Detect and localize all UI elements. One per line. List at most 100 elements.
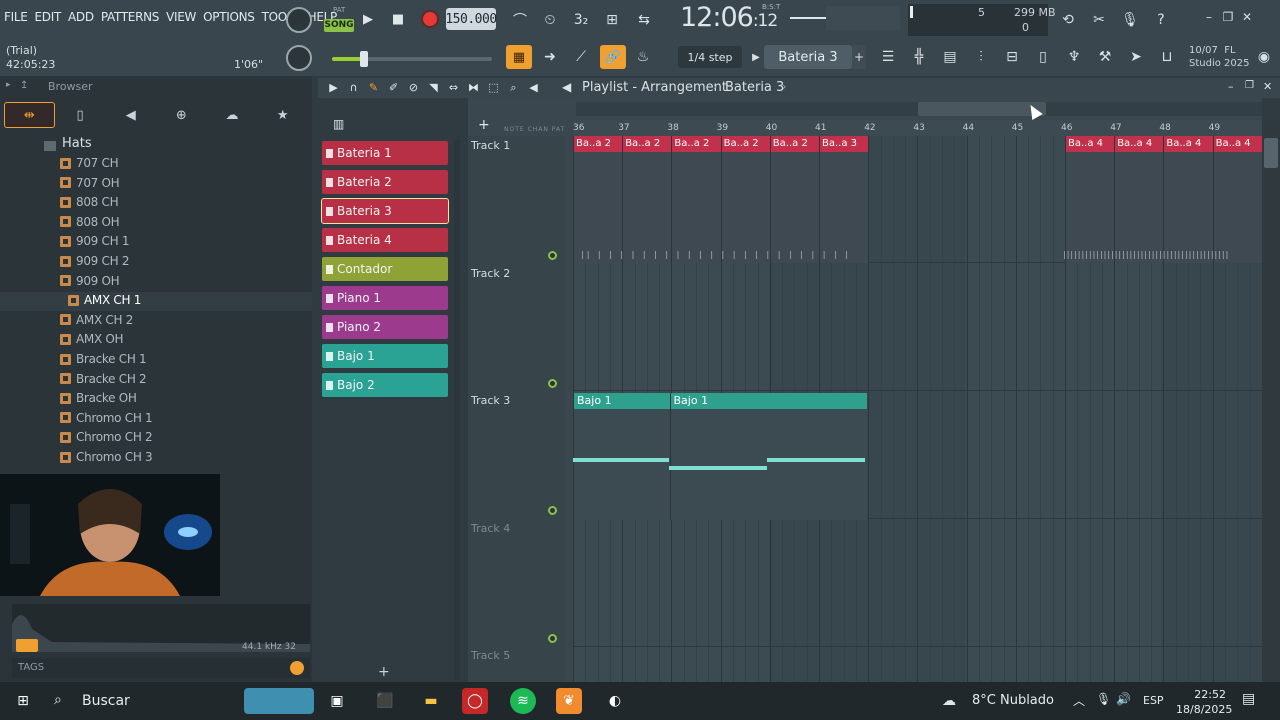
mixer-icon[interactable]: ⫶	[969, 45, 993, 69]
arrow-right-icon[interactable]: ➜	[538, 45, 562, 69]
pattern-item[interactable]: Bajo 2	[322, 373, 448, 397]
plugin-icon[interactable]: ♆	[1062, 45, 1086, 69]
track-name[interactable]: Track 2	[471, 267, 510, 280]
menu-add[interactable]: ADD	[68, 10, 94, 24]
playlist-icon[interactable]: ☰	[876, 45, 900, 69]
microphone-icon[interactable]: 🎙	[1118, 8, 1142, 32]
close-icon[interactable]: ✕	[1238, 10, 1256, 28]
menu-options[interactable]: OPTIONS	[203, 10, 255, 24]
loop-record-icon[interactable]: ⇆	[632, 8, 656, 32]
browser-item[interactable]: 707 OH	[60, 174, 120, 192]
playlist-clip[interactable]: Ba..a 4	[1163, 136, 1213, 263]
track-mute-indicator[interactable]	[548, 378, 557, 388]
browser-item[interactable]: AMX OH	[60, 330, 124, 348]
pattern-item[interactable]: Bateria 2	[322, 170, 448, 194]
windows-start-icon[interactable]: ⊞	[10, 688, 36, 714]
slice-icon[interactable]: ⧓	[466, 80, 481, 95]
fl-studio-icon[interactable]: ❦	[556, 688, 582, 714]
mute-icon[interactable]: ◥	[426, 80, 441, 95]
play-button[interactable]: ▶	[357, 8, 379, 30]
browser-item[interactable]: 808 CH	[60, 193, 119, 211]
tags-bar[interactable]	[12, 658, 310, 678]
stamp-icon[interactable]: ♨	[631, 45, 655, 69]
step-edit-icon[interactable]: ⊞	[600, 8, 624, 32]
playlist-clip[interactable]: Ba..a 4	[1065, 136, 1115, 263]
help-icon[interactable]: ?	[1149, 8, 1173, 32]
playlist-grid[interactable]: Ba..a 2 Ba..a 2 Ba..a 2 Ba..a 2 Ba..a 2 Ba..a…	[573, 136, 1262, 682]
master-volume-knob[interactable]	[286, 45, 312, 71]
fl-logo-icon[interactable]: ◉	[1252, 45, 1276, 69]
track-name[interactable]: Track 1	[471, 139, 510, 152]
pattern-item[interactable]: Bateria 1	[322, 141, 448, 165]
playlist-clip[interactable]: Ba..a 2	[622, 136, 672, 263]
cut-icon[interactable]: ✂	[1087, 8, 1111, 32]
slider-handle[interactable]	[360, 51, 368, 67]
playlist-maximize-icon[interactable]: ❐	[1245, 80, 1254, 91]
piano-keys-icon[interactable]: ▥	[333, 117, 344, 131]
undo-icon[interactable]: ⟲	[1056, 8, 1080, 32]
tab-plugins[interactable]: ⊕	[156, 102, 207, 128]
back-arrow-icon[interactable]: ◀	[562, 80, 571, 94]
playlist-clip[interactable]: Ba..a 2	[573, 136, 623, 263]
tab-all[interactable]: ⇹	[4, 102, 55, 128]
widget-landscape-icon[interactable]	[244, 688, 314, 714]
menu-file[interactable]: FILE	[4, 10, 28, 24]
vertical-scroll-thumb[interactable]	[1264, 138, 1278, 168]
pencil-icon[interactable]: ✎	[366, 80, 381, 95]
pat-song-toggle[interactable]: PAT SONG	[324, 6, 354, 34]
pattern-item[interactable]: Piano 1	[322, 286, 448, 310]
playlist-clip[interactable]: Ba..a 2	[769, 136, 819, 263]
minimize-icon[interactable]: –	[1200, 10, 1218, 28]
playlist-clip[interactable]: Ba..a 2	[671, 136, 721, 263]
select-icon[interactable]: ⬚	[486, 80, 501, 95]
playlist-clip[interactable]: Bajo 1	[669, 393, 867, 520]
track-mute-indicator[interactable]	[548, 251, 557, 260]
tab-files[interactable]: ▯	[55, 102, 106, 128]
tab-favorites[interactable]: ★	[257, 102, 308, 128]
language-indicator[interactable]: ESP	[1143, 694, 1164, 707]
playlist-clip[interactable]: Bajo 1	[573, 393, 670, 520]
snap-selector[interactable]: 1/4 step	[678, 46, 742, 68]
cart-icon[interactable]: ⊔	[1155, 45, 1179, 69]
playlist-close-icon[interactable]: ✕	[1263, 80, 1272, 93]
delete-icon[interactable]: ⊘	[406, 80, 421, 95]
playlist-clip[interactable]: Ba..a 4	[1212, 136, 1262, 263]
magnet-icon[interactable]: ∩	[346, 80, 361, 95]
track-name[interactable]: Track 3	[471, 394, 510, 407]
spotify-icon[interactable]: ≋	[510, 688, 536, 714]
track-name[interactable]: Track 5	[471, 649, 510, 662]
wrench-icon[interactable]: ⚒	[1093, 45, 1117, 69]
pattern-item[interactable]: Bateria 4	[322, 228, 448, 252]
track-mute-indicator[interactable]	[548, 506, 557, 515]
pattern-item[interactable]: Contador	[322, 257, 448, 281]
up-icon[interactable]: ↥	[20, 80, 28, 91]
playlist-menu-icon[interactable]: ▶	[326, 80, 341, 95]
record-button[interactable]	[419, 8, 441, 30]
pattern-item[interactable]: Piano 2	[322, 315, 448, 339]
browser-item[interactable]: AMX CH 2	[60, 311, 133, 329]
browser-item[interactable]: 909 OH	[60, 272, 120, 290]
mic-tray-icon[interactable]: 🎙	[1096, 692, 1111, 706]
taskbar-search[interactable]: Buscar	[82, 693, 130, 709]
pattern-scrollbar[interactable]	[454, 140, 460, 680]
slip-icon[interactable]: ⇔	[446, 80, 461, 95]
weather-text[interactable]: 8°C Nublado	[972, 693, 1054, 708]
restore-icon[interactable]: ❐	[1219, 10, 1237, 28]
obs-icon[interactable]: ◐	[602, 688, 628, 714]
playlist-clip[interactable]: Ba..a 2	[720, 136, 770, 263]
track-name[interactable]: Track 4	[471, 522, 510, 535]
zoom-icon[interactable]: ⌕	[506, 80, 521, 95]
opera-icon[interactable]: ◯	[462, 688, 488, 714]
pattern-item[interactable]: Bajo 1	[322, 344, 448, 368]
task-view-icon[interactable]: ▣	[324, 688, 350, 714]
menu-patterns[interactable]: PATTERNS	[101, 10, 160, 24]
brush-icon[interactable]: ⟋	[569, 45, 593, 69]
tab-cloud[interactable]: ☁	[207, 102, 258, 128]
add-pattern-plus[interactable]: +	[378, 664, 390, 680]
link-button[interactable]: 🔗	[600, 45, 626, 69]
tempo-display[interactable]: 150.000	[445, 8, 497, 30]
add-pattern-button[interactable]: +	[852, 45, 866, 69]
master-pitch-knob[interactable]	[286, 7, 312, 33]
preview-play-button[interactable]	[16, 639, 38, 652]
file-explorer-icon[interactable]: ▬	[418, 688, 444, 714]
